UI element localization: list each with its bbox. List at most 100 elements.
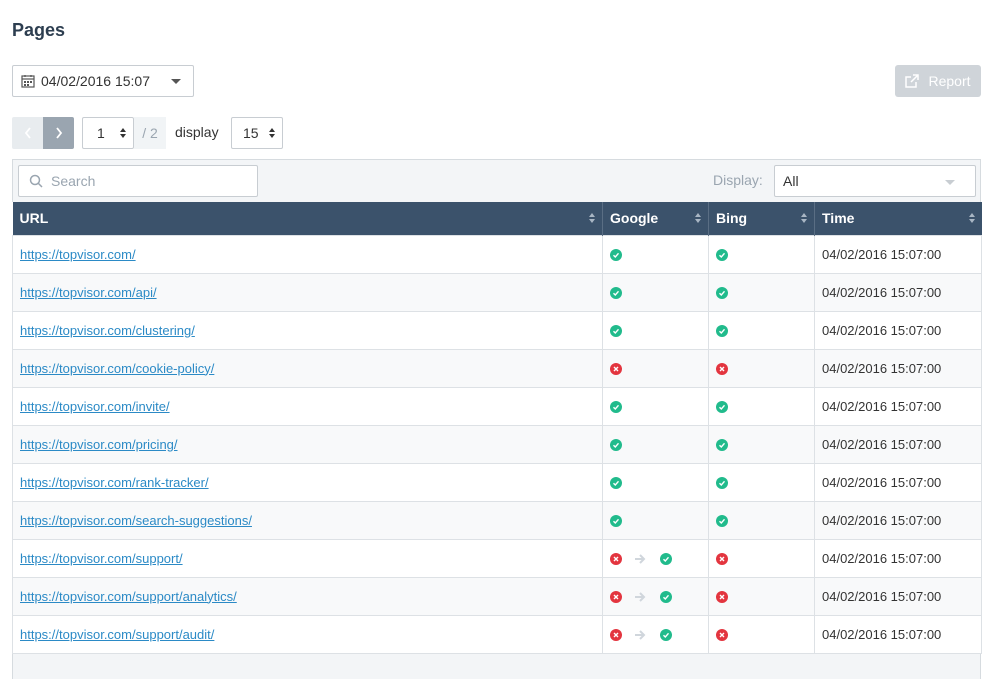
stepper-arrows-icon bbox=[269, 128, 275, 138]
url-cell: https://topvisor.com/cookie-policy/ bbox=[12, 348, 603, 388]
status bbox=[716, 590, 728, 603]
url-link[interactable]: https://topvisor.com/api/ bbox=[20, 285, 157, 300]
page-number-stepper[interactable]: 1 bbox=[82, 117, 134, 149]
url-link[interactable]: https://topvisor.com/clustering/ bbox=[20, 323, 195, 338]
time-cell: 04/02/2016 15:07:00 bbox=[814, 310, 982, 350]
table-row: https://topvisor.com/search-suggestions/… bbox=[12, 500, 982, 540]
bing-cell bbox=[708, 348, 815, 388]
status bbox=[716, 324, 728, 337]
table-row: https://topvisor.com/support/audit/04/02… bbox=[12, 614, 982, 654]
check-circle-icon bbox=[716, 514, 728, 527]
google-cell bbox=[602, 348, 709, 388]
check-circle-icon bbox=[610, 248, 622, 261]
report-label: Report bbox=[928, 73, 971, 89]
url-link[interactable]: https://topvisor.com/rank-tracker/ bbox=[20, 475, 209, 490]
status bbox=[716, 438, 728, 451]
check-circle-icon bbox=[716, 248, 728, 261]
sort-icon bbox=[968, 213, 975, 223]
check-circle-icon bbox=[716, 324, 728, 337]
check-circle-icon bbox=[716, 476, 728, 489]
time-cell: 04/02/2016 15:07:00 bbox=[814, 538, 982, 578]
time-cell: 04/02/2016 15:07:00 bbox=[814, 272, 982, 312]
page-total: / 2 bbox=[134, 117, 166, 149]
column-header-label: Bing bbox=[716, 210, 748, 227]
x-circle-icon bbox=[610, 628, 622, 641]
status bbox=[610, 324, 622, 337]
search-input[interactable] bbox=[51, 173, 231, 189]
time-cell: 04/02/2016 15:07:00 bbox=[814, 348, 982, 388]
chevron-down-icon bbox=[171, 78, 181, 84]
status bbox=[716, 552, 728, 565]
url-link[interactable]: https://topvisor.com/search-suggestions/ bbox=[20, 513, 252, 528]
check-circle-icon bbox=[660, 628, 672, 641]
url-cell: https://topvisor.com/support/analytics/ bbox=[12, 576, 603, 616]
status bbox=[610, 248, 622, 261]
check-circle-icon bbox=[716, 286, 728, 299]
check-circle-icon bbox=[660, 590, 672, 603]
page-title: Pages bbox=[12, 20, 66, 40]
table-row: https://topvisor.com/invite/04/02/2016 1… bbox=[12, 386, 982, 426]
column-header-url[interactable]: URL bbox=[12, 202, 603, 235]
url-cell: https://topvisor.com/support/audit/ bbox=[12, 614, 603, 654]
x-circle-icon bbox=[610, 552, 622, 565]
status bbox=[716, 248, 728, 261]
date-select[interactable]: 04/02/2016 15:07 bbox=[12, 65, 194, 97]
url-link[interactable]: https://topvisor.com/support/analytics/ bbox=[20, 589, 237, 604]
next-page-button[interactable] bbox=[43, 117, 74, 149]
google-cell bbox=[602, 462, 709, 502]
url-cell: https://topvisor.com/rank-tracker/ bbox=[12, 462, 603, 502]
sort-icon bbox=[695, 213, 701, 223]
status-change bbox=[610, 552, 672, 565]
column-header-time[interactable]: Time bbox=[814, 202, 982, 235]
google-cell bbox=[602, 424, 709, 464]
x-circle-icon bbox=[716, 628, 728, 641]
report-button[interactable]: Report bbox=[895, 65, 981, 97]
url-link[interactable]: https://topvisor.com/ bbox=[20, 247, 136, 262]
x-circle-icon bbox=[716, 590, 728, 603]
table-row: https://topvisor.com/04/02/2016 15:07:00 bbox=[12, 234, 982, 274]
check-circle-icon bbox=[610, 476, 622, 489]
date-value: 04/02/2016 15:07 bbox=[41, 73, 150, 89]
arrow-right-icon bbox=[635, 629, 646, 640]
google-cell bbox=[602, 500, 709, 540]
column-header-bing[interactable]: Bing bbox=[708, 202, 815, 235]
google-cell bbox=[602, 272, 709, 312]
prev-page-button[interactable] bbox=[12, 117, 43, 149]
chevron-left-icon bbox=[24, 127, 31, 139]
export-icon bbox=[905, 74, 920, 88]
display-filter-select[interactable]: All bbox=[774, 165, 976, 197]
url-link[interactable]: https://topvisor.com/support/audit/ bbox=[20, 627, 214, 642]
google-cell bbox=[602, 576, 709, 616]
x-circle-icon bbox=[716, 552, 728, 565]
bing-cell bbox=[708, 234, 815, 274]
column-header-label: Time bbox=[822, 210, 855, 227]
per-page-stepper[interactable]: 15 bbox=[231, 117, 283, 149]
search-icon bbox=[29, 174, 43, 188]
bing-cell bbox=[708, 538, 815, 578]
url-link[interactable]: https://topvisor.com/cookie-policy/ bbox=[20, 361, 214, 376]
url-link[interactable]: https://topvisor.com/pricing/ bbox=[20, 437, 178, 452]
url-link[interactable]: https://topvisor.com/invite/ bbox=[20, 399, 170, 414]
bing-cell bbox=[708, 386, 815, 426]
column-header-label: URL bbox=[19, 210, 49, 227]
arrow-right-icon bbox=[635, 553, 646, 564]
status bbox=[610, 286, 622, 299]
sort-icon bbox=[589, 213, 595, 223]
check-circle-icon bbox=[716, 400, 728, 413]
search-field[interactable] bbox=[18, 165, 258, 197]
url-cell: https://topvisor.com/search-suggestions/ bbox=[12, 500, 603, 540]
check-circle-icon bbox=[610, 286, 622, 299]
x-circle-icon bbox=[610, 590, 622, 603]
url-link[interactable]: https://topvisor.com/support/ bbox=[20, 551, 183, 566]
stepper-arrows-icon bbox=[120, 128, 126, 138]
check-circle-icon bbox=[716, 438, 728, 451]
google-cell bbox=[602, 386, 709, 426]
table-row: https://topvisor.com/support/analytics/0… bbox=[12, 576, 982, 616]
status-change bbox=[610, 628, 672, 641]
column-header-google[interactable]: Google bbox=[602, 202, 709, 235]
url-cell: https://topvisor.com/pricing/ bbox=[12, 424, 603, 464]
status bbox=[716, 286, 728, 299]
google-cell bbox=[602, 310, 709, 350]
display-filter-value: All bbox=[783, 173, 799, 189]
column-header-label: Google bbox=[610, 210, 659, 227]
